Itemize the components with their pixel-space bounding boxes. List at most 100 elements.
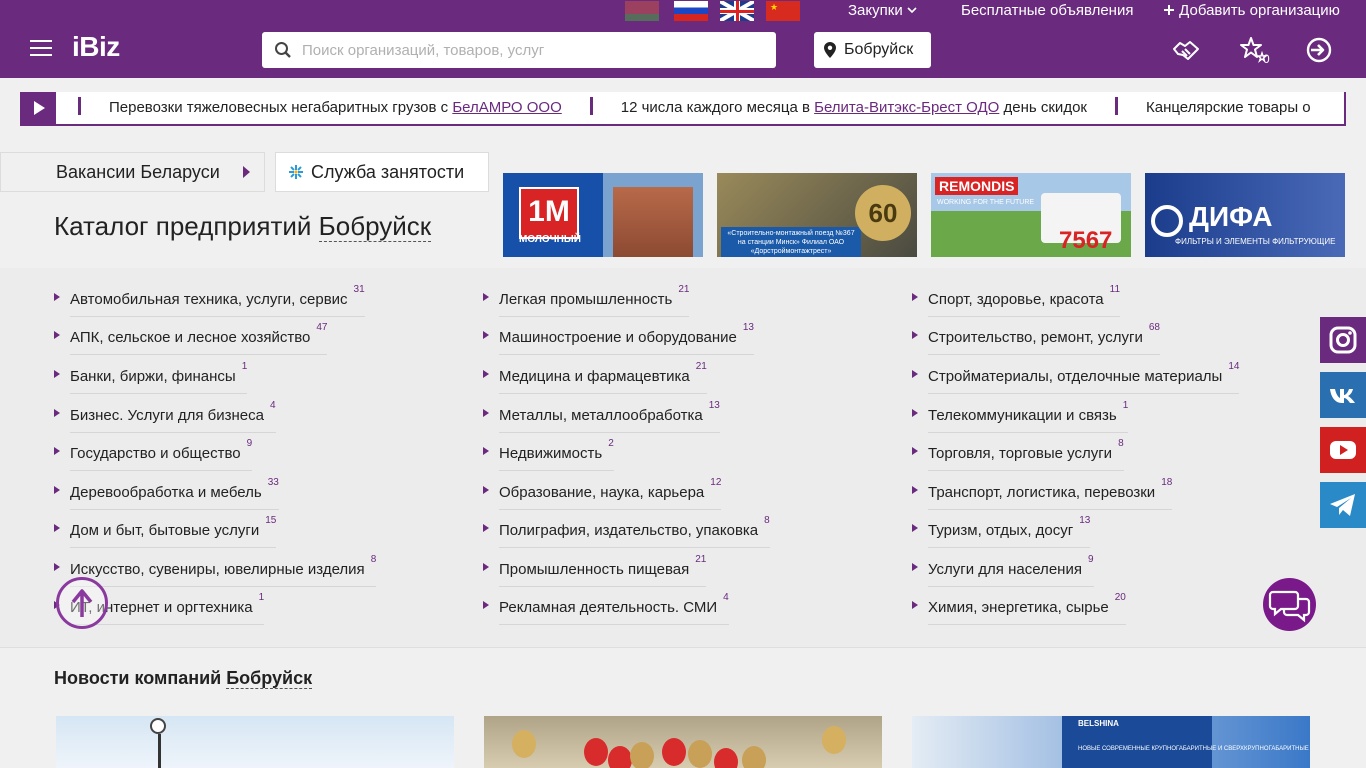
catalog-item-label: Банки, биржи, финансы1 — [70, 361, 248, 394]
catalog-item-label: Химия, энергетика, сырье20 — [928, 592, 1126, 625]
instagram-icon — [1329, 326, 1357, 354]
banner-60-badge: 60 — [855, 185, 911, 241]
telegram-icon — [1330, 494, 1355, 516]
page-title: Каталог предприятий Бобруйск — [54, 211, 432, 242]
youtube-button[interactable] — [1320, 427, 1366, 473]
catalog-item-label: Деревообработка и мебель33 — [70, 477, 279, 510]
catalog-item-count: 2 — [608, 438, 614, 449]
bullet-triangle-icon — [912, 409, 918, 417]
title-city-link[interactable]: Бобруйск — [318, 211, 432, 242]
catalog-item-count: 47 — [316, 322, 328, 333]
banner-difa[interactable]: ДИФА ФИЛЬТРЫ И ЭЛЕМЕНТЫ ФИЛЬТРУЮЩИЕ — [1145, 173, 1345, 257]
bullet-triangle-icon — [54, 447, 60, 455]
catalog-item-label: Автомобильная техника, услуги, сервис31 — [70, 284, 365, 317]
vk-button[interactable] — [1320, 372, 1366, 418]
belshina-text: НОВЫЕ СОВРЕМЕННЫЕ КРУПНОГАБАРИТНЫЕ И СВЕ… — [1078, 746, 1309, 752]
ticker-separator — [589, 97, 593, 115]
arrow-right-icon — [243, 166, 250, 178]
news-card-3[interactable]: BELSHINA НОВЫЕ СОВРЕМЕННЫЕ КРУПНОГАБАРИТ… — [912, 716, 1310, 768]
flag-china-icon[interactable]: ★ — [766, 1, 800, 21]
catalog-item-count: 33 — [267, 477, 279, 488]
bullet-triangle-icon — [912, 447, 918, 455]
bullet-triangle-icon — [54, 331, 60, 339]
bullet-triangle-icon — [483, 331, 489, 339]
catalog-item-label: Медицина и фармацевтика21 — [499, 361, 707, 394]
banner-remondis-number: 7567 — [1059, 227, 1113, 254]
catalog-item-label: Стройматериалы, отделочные материалы14 — [928, 361, 1240, 394]
city-selector[interactable]: Бобруйск — [814, 32, 931, 68]
catalog-item-label: Образование, наука, карьера12 — [499, 477, 722, 510]
scroll-up-button[interactable] — [56, 577, 108, 629]
news-city-link[interactable]: Бобруйск — [226, 668, 313, 689]
balloon-image — [822, 726, 846, 754]
catalog-item-count: 1 — [1122, 400, 1129, 411]
bullet-triangle-icon — [54, 524, 60, 532]
handshake-icon[interactable] — [1171, 35, 1201, 65]
menu-icon[interactable] — [30, 40, 52, 56]
flag-uk-icon[interactable] — [720, 1, 754, 21]
catalog-item-count: 1 — [258, 592, 265, 603]
catalog-item-count: 4 — [723, 592, 729, 603]
bullet-triangle-icon — [483, 563, 489, 571]
bullet-triangle-icon — [54, 409, 60, 417]
ticker-link-belita[interactable]: Белита-Витэкс-Брест ОДО — [814, 99, 999, 116]
catalog-item-label: Недвижимость2 — [499, 438, 614, 471]
search-input[interactable] — [302, 32, 762, 68]
banner-smp-367[interactable]: «Строительно-монтажный поезд №367 на ста… — [717, 173, 917, 257]
catalog-section: Автомобильная техника, услуги, сервис31 А… — [0, 268, 1366, 648]
add-organization-link[interactable]: Добавить организацию — [1163, 2, 1340, 20]
catalog-item-count: 21 — [695, 554, 707, 565]
bullet-triangle-icon — [54, 293, 60, 301]
search-icon[interactable] — [274, 41, 292, 59]
bullet-triangle-icon — [912, 370, 918, 378]
youtube-icon — [1330, 441, 1356, 459]
banner-1m-molochny[interactable]: 1М МОЛОЧНЫЙ — [503, 173, 703, 257]
catalog-item-label: Дом и быт, бытовые услуги15 — [70, 515, 277, 548]
banner-remondis[interactable]: REMONDIS WORKING FOR THE FUTURE 7567 — [931, 173, 1131, 257]
free-ads-link[interactable]: Бесплатные объявления — [961, 2, 1133, 20]
bullet-triangle-icon — [912, 293, 918, 301]
bullet-triangle-icon — [54, 486, 60, 494]
bullet-triangle-icon — [483, 486, 489, 494]
flag-belarus-icon[interactable] — [625, 1, 659, 21]
ticker-item[interactable]: Канцелярские товары о — [1146, 99, 1311, 116]
news-card-1[interactable] — [56, 716, 454, 768]
ticker-item: Перевозки тяжеловесных негабаритных груз… — [109, 99, 562, 116]
vacancies-button[interactable]: Вакансии Беларуси — [0, 152, 265, 192]
chat-button[interactable] — [1263, 578, 1316, 631]
catalog-item-count: 31 — [353, 284, 365, 295]
news-ticker: Перевозки тяжеловесных негабаритных груз… — [20, 92, 1346, 126]
catalog-item-count: 4 — [269, 400, 276, 411]
catalog-item-label: Спорт, здоровье, красота11 — [928, 284, 1121, 317]
catalog-item-count: 20 — [1114, 592, 1126, 603]
balloon-image — [608, 746, 632, 768]
bullet-triangle-icon — [912, 331, 918, 339]
balloon-image — [512, 730, 536, 758]
catalog-item-label: Полиграфия, издательство, упаковка8 — [499, 515, 770, 548]
flag-russia-icon[interactable] — [674, 1, 708, 21]
catalog-item-count: 8 — [764, 515, 770, 526]
play-icon[interactable] — [22, 92, 56, 124]
balloon-image — [662, 738, 686, 766]
purchases-menu[interactable]: Закупки — [848, 2, 917, 20]
bullet-triangle-icon — [483, 601, 489, 609]
catalog-item-label: Телекоммуникации и связь1 — [928, 400, 1129, 433]
bullet-triangle-icon — [912, 563, 918, 571]
catalog-item-count: 68 — [1148, 322, 1160, 333]
ticker-link-belamro[interactable]: БелАМРО ООО — [452, 99, 561, 116]
instagram-button[interactable] — [1320, 317, 1366, 363]
banner-difa-logo: ДИФА — [1189, 201, 1273, 232]
news-card-2[interactable] — [484, 716, 882, 768]
employment-service-button[interactable]: Служба занятости — [275, 152, 489, 192]
bullet-triangle-icon — [54, 563, 60, 571]
bullet-triangle-icon — [483, 447, 489, 455]
login-icon[interactable] — [1304, 35, 1334, 65]
logo[interactable]: iBiz — [72, 31, 120, 63]
bullet-triangle-icon — [483, 524, 489, 532]
catalog-item-label: Искусство, сувениры, ювелирные изделия8 — [70, 554, 377, 587]
catalog-item-label: Строительство, ремонт, услуги68 — [928, 322, 1160, 355]
telegram-button[interactable] — [1320, 482, 1366, 528]
bullet-triangle-icon — [483, 409, 489, 417]
catalog-item-count: 15 — [265, 515, 277, 526]
catalog-item-label: Машиностроение и оборудование13 — [499, 322, 754, 355]
